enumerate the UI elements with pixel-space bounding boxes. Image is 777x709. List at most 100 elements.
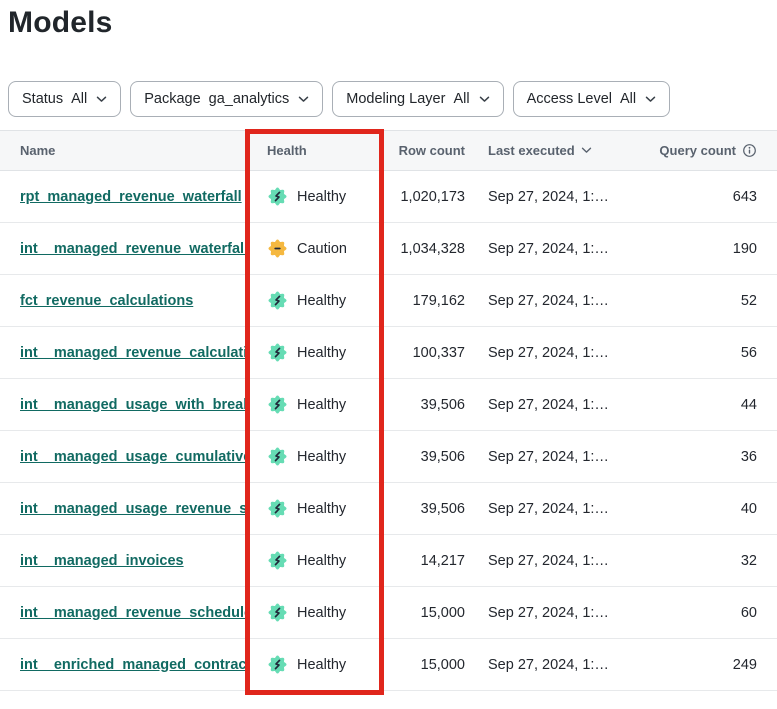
- last-executed-cell: Sep 27, 2024, 1:…: [465, 449, 657, 465]
- table-row: int__managed_usage_revenue_sc… Healthy 39,…: [0, 483, 777, 535]
- header-last-executed[interactable]: Last executed: [465, 143, 657, 158]
- model-link[interactable]: int__managed_usage_revenue_sc…: [20, 501, 245, 517]
- health-label: Healthy: [297, 293, 346, 309]
- last-executed-cell: Sep 27, 2024, 1:…: [465, 293, 657, 309]
- model-link[interactable]: int__managed_invoices: [20, 553, 184, 569]
- row-count-cell: 100,337: [382, 345, 465, 361]
- filter-modeling-layer[interactable]: Modeling Layer All: [332, 81, 503, 117]
- filter-value: All: [620, 91, 636, 107]
- zap-icon: [267, 550, 288, 571]
- model-link[interactable]: rpt_managed_revenue_waterfall: [20, 189, 242, 205]
- table-body: rpt_managed_revenue_waterfallHealthy1,02…: [0, 171, 777, 691]
- minus-icon: [267, 238, 288, 259]
- zap-icon: [267, 446, 288, 467]
- zap-icon: [267, 394, 288, 415]
- row-count-cell: 179,162: [382, 293, 465, 309]
- page-title: Models: [8, 6, 777, 40]
- zap-icon: [267, 290, 288, 311]
- model-link[interactable]: int__managed_revenue_waterfall: [20, 241, 245, 257]
- chevron-down-icon: [645, 96, 656, 103]
- health-label: Healthy: [297, 657, 346, 673]
- table-row: int__managed_invoices Healthy 14,217Sep 27…: [0, 535, 777, 587]
- filter-value: All: [453, 91, 469, 107]
- health-cell: Healthy: [245, 186, 382, 207]
- zap-icon: [267, 602, 288, 623]
- filter-label: Package: [144, 91, 200, 107]
- table-row: int__managed_usage_cumulative_…Healthy39…: [0, 431, 777, 483]
- row-count-cell: 14,217: [382, 553, 465, 569]
- health-label: Healthy: [297, 501, 346, 517]
- header-row-count: Row count: [382, 143, 465, 158]
- health-cell: Healthy: [245, 394, 382, 415]
- name-cell: int__managed_usage_with_breaka…: [0, 397, 245, 413]
- health-label: Caution: [297, 241, 347, 257]
- filter-access-level[interactable]: Access Level All: [513, 81, 671, 117]
- health-cell: Healthy: [245, 342, 382, 363]
- table-header: Name Health Row count Last executed Quer…: [0, 130, 777, 171]
- model-link[interactable]: int__managed_revenue_calculations: [20, 345, 245, 361]
- model-link[interactable]: int__enriched_managed_contracts: [20, 657, 245, 673]
- row-count-cell: 15,000: [382, 605, 465, 621]
- table-row: int__enriched_managed_contracts Healthy 15…: [0, 639, 777, 691]
- filter-bar: Status All Package ga_analytics Modeling…: [8, 81, 777, 117]
- model-link[interactable]: int__managed_usage_cumulative_…: [20, 449, 245, 465]
- query-count-cell: 643: [657, 189, 777, 205]
- model-link[interactable]: fct_revenue_calculations: [20, 293, 193, 309]
- last-executed-cell: Sep 27, 2024, 1:…: [465, 345, 657, 361]
- query-count-cell: 190: [657, 241, 777, 257]
- query-count-cell: 32: [657, 553, 777, 569]
- model-link[interactable]: int__managed_revenue_schedule_…: [20, 605, 245, 621]
- last-executed-cell: Sep 27, 2024, 1:…: [465, 241, 657, 257]
- last-executed-cell: Sep 27, 2024, 1:…: [465, 501, 657, 517]
- model-link[interactable]: int__managed_usage_with_breaka…: [20, 397, 245, 413]
- zap-icon: [267, 654, 288, 675]
- last-executed-cell: Sep 27, 2024, 1:…: [465, 657, 657, 673]
- health-cell: Healthy: [245, 602, 382, 623]
- query-count-cell: 60: [657, 605, 777, 621]
- chevron-down-icon: [96, 96, 107, 103]
- row-count-cell: 39,506: [382, 501, 465, 517]
- row-count-cell: 39,506: [382, 449, 465, 465]
- query-count-cell: 52: [657, 293, 777, 309]
- chevron-down-icon: [581, 147, 592, 154]
- name-cell: int__enriched_managed_contracts: [0, 657, 245, 673]
- zap-icon: [267, 342, 288, 363]
- info-icon[interactable]: [742, 143, 757, 158]
- health-label: Healthy: [297, 345, 346, 361]
- filter-package[interactable]: Package ga_analytics: [130, 81, 323, 117]
- chevron-down-icon: [479, 96, 490, 103]
- row-count-cell: 1,034,328: [382, 241, 465, 257]
- row-count-cell: 15,000: [382, 657, 465, 673]
- last-executed-cell: Sep 27, 2024, 1:…: [465, 605, 657, 621]
- health-cell: Healthy: [245, 290, 382, 311]
- filter-status[interactable]: Status All: [8, 81, 121, 117]
- zap-icon: [267, 186, 288, 207]
- name-cell: int__managed_revenue_schedule_…: [0, 605, 245, 621]
- health-label: Healthy: [297, 189, 346, 205]
- models-table: Name Health Row count Last executed Quer…: [0, 130, 777, 691]
- health-cell: Caution: [245, 238, 382, 259]
- header-health: Health: [245, 143, 382, 158]
- health-label: Healthy: [297, 605, 346, 621]
- health-cell: Healthy: [245, 498, 382, 519]
- filter-label: Status: [22, 91, 63, 107]
- name-cell: rpt_managed_revenue_waterfall: [0, 189, 245, 205]
- last-executed-cell: Sep 27, 2024, 1:…: [465, 397, 657, 413]
- chevron-down-icon: [298, 96, 309, 103]
- table-row: int__managed_revenue_calculations Healthy…: [0, 327, 777, 379]
- table-row: int__managed_revenue_schedule_… Healthy 15…: [0, 587, 777, 639]
- last-executed-cell: Sep 27, 2024, 1:…: [465, 189, 657, 205]
- health-cell: Healthy: [245, 654, 382, 675]
- name-cell: fct_revenue_calculations: [0, 293, 245, 309]
- filter-value: ga_analytics: [209, 91, 290, 107]
- filter-value: All: [71, 91, 87, 107]
- last-executed-cell: Sep 27, 2024, 1:…: [465, 553, 657, 569]
- name-cell: int__managed_revenue_waterfall: [0, 241, 245, 257]
- query-count-cell: 249: [657, 657, 777, 673]
- table-row: fct_revenue_calculations Healthy 179,162Se…: [0, 275, 777, 327]
- health-label: Healthy: [297, 553, 346, 569]
- name-cell: int__managed_invoices: [0, 553, 245, 569]
- query-count-cell: 44: [657, 397, 777, 413]
- query-count-cell: 40: [657, 501, 777, 517]
- table-row: int__managed_usage_with_breaka…Healthy39…: [0, 379, 777, 431]
